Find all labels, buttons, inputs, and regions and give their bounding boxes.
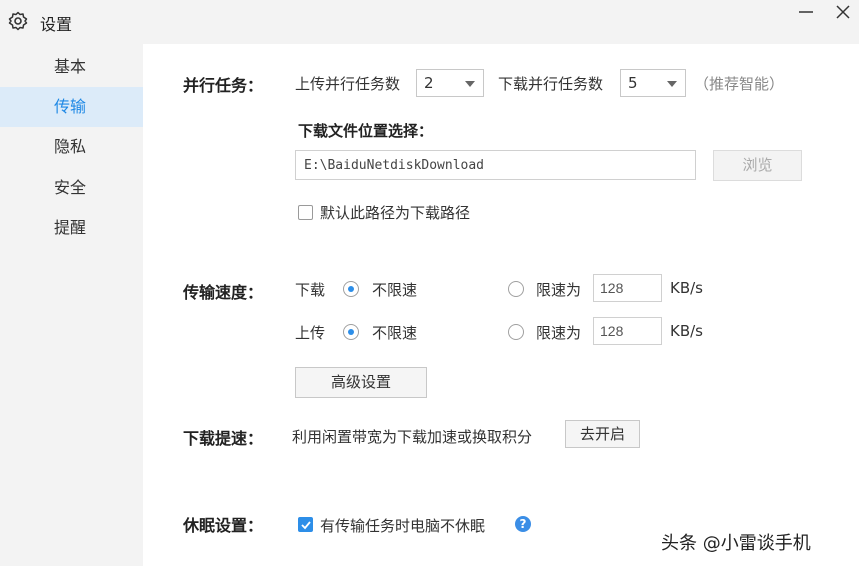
advanced-settings-button[interactable]: 高级设置: [295, 367, 427, 398]
upload-limit-radio[interactable]: [508, 324, 524, 340]
upload-unlimited-label: 不限速: [372, 324, 418, 342]
upload-parallel-label: 上传并行任务数: [295, 75, 401, 93]
upload-limit-input[interactable]: [593, 317, 662, 345]
chevron-down-icon: [667, 81, 677, 87]
download-speed-label: 下载: [295, 281, 326, 299]
help-icon[interactable]: ?: [515, 516, 531, 532]
download-parallel-value: 5: [628, 74, 638, 92]
default-path-checkbox[interactable]: [298, 205, 313, 220]
download-limit-label: 限速为: [536, 281, 582, 299]
recommend-hint: （推荐智能）: [694, 75, 785, 93]
download-limit-radio[interactable]: [508, 281, 524, 297]
minimize-button[interactable]: [788, 0, 824, 26]
upload-limit-label: 限速为: [536, 324, 582, 342]
title-bar: 设置: [0, 0, 859, 44]
download-boost-label: 下载提速：: [183, 429, 264, 448]
sidebar-item-reminder[interactable]: 提醒: [0, 208, 143, 248]
upload-unit-label: KB/s: [670, 322, 703, 340]
close-button[interactable]: [825, 0, 859, 26]
sidebar: 基本 传输 隐私 安全 提醒: [0, 44, 143, 566]
download-unlimited-label: 不限速: [372, 281, 418, 299]
download-location-label: 下载文件位置选择：: [298, 122, 434, 140]
sidebar-item-transfer[interactable]: 传输: [0, 87, 143, 127]
upload-parallel-value: 2: [424, 74, 434, 92]
window-title: 设置: [40, 15, 73, 34]
no-sleep-checkbox[interactable]: [298, 517, 313, 532]
upload-unlimited-radio[interactable]: [343, 324, 359, 340]
sidebar-item-basic[interactable]: 基本: [0, 47, 143, 87]
minimize-icon: [799, 11, 813, 13]
settings-panel: 并行任务： 上传并行任务数 2 下载并行任务数 5 （推荐智能） 下载文件位置选…: [143, 44, 859, 566]
upload-speed-label: 上传: [295, 324, 326, 342]
gear-icon: [8, 11, 28, 31]
enable-boost-button[interactable]: 去开启: [565, 420, 640, 448]
no-sleep-label: 有传输任务时电脑不休眠: [320, 517, 486, 535]
check-icon: [301, 521, 311, 530]
sleep-settings-label: 休眠设置：: [183, 516, 264, 535]
download-unlimited-radio[interactable]: [343, 281, 359, 297]
download-unit-label: KB/s: [670, 279, 703, 297]
default-path-label: 默认此路径为下载路径: [320, 204, 471, 222]
transfer-speed-label: 传输速度：: [183, 283, 264, 302]
download-boost-description: 利用闲置带宽为下载加速或换取积分: [292, 428, 533, 446]
parallel-tasks-label: 并行任务：: [183, 76, 264, 95]
download-parallel-select[interactable]: 5: [620, 69, 686, 97]
download-parallel-label: 下载并行任务数: [498, 75, 604, 93]
upload-parallel-select[interactable]: 2: [416, 69, 484, 97]
close-icon: [836, 5, 850, 19]
watermark: 头条 @小雷谈手机: [661, 533, 811, 554]
download-path-input[interactable]: [295, 150, 696, 180]
sidebar-item-security[interactable]: 安全: [0, 168, 143, 208]
sidebar-item-privacy[interactable]: 隐私: [0, 127, 143, 167]
chevron-down-icon: [465, 81, 475, 87]
browse-button[interactable]: 浏览: [713, 150, 802, 181]
download-limit-input[interactable]: [593, 274, 662, 302]
